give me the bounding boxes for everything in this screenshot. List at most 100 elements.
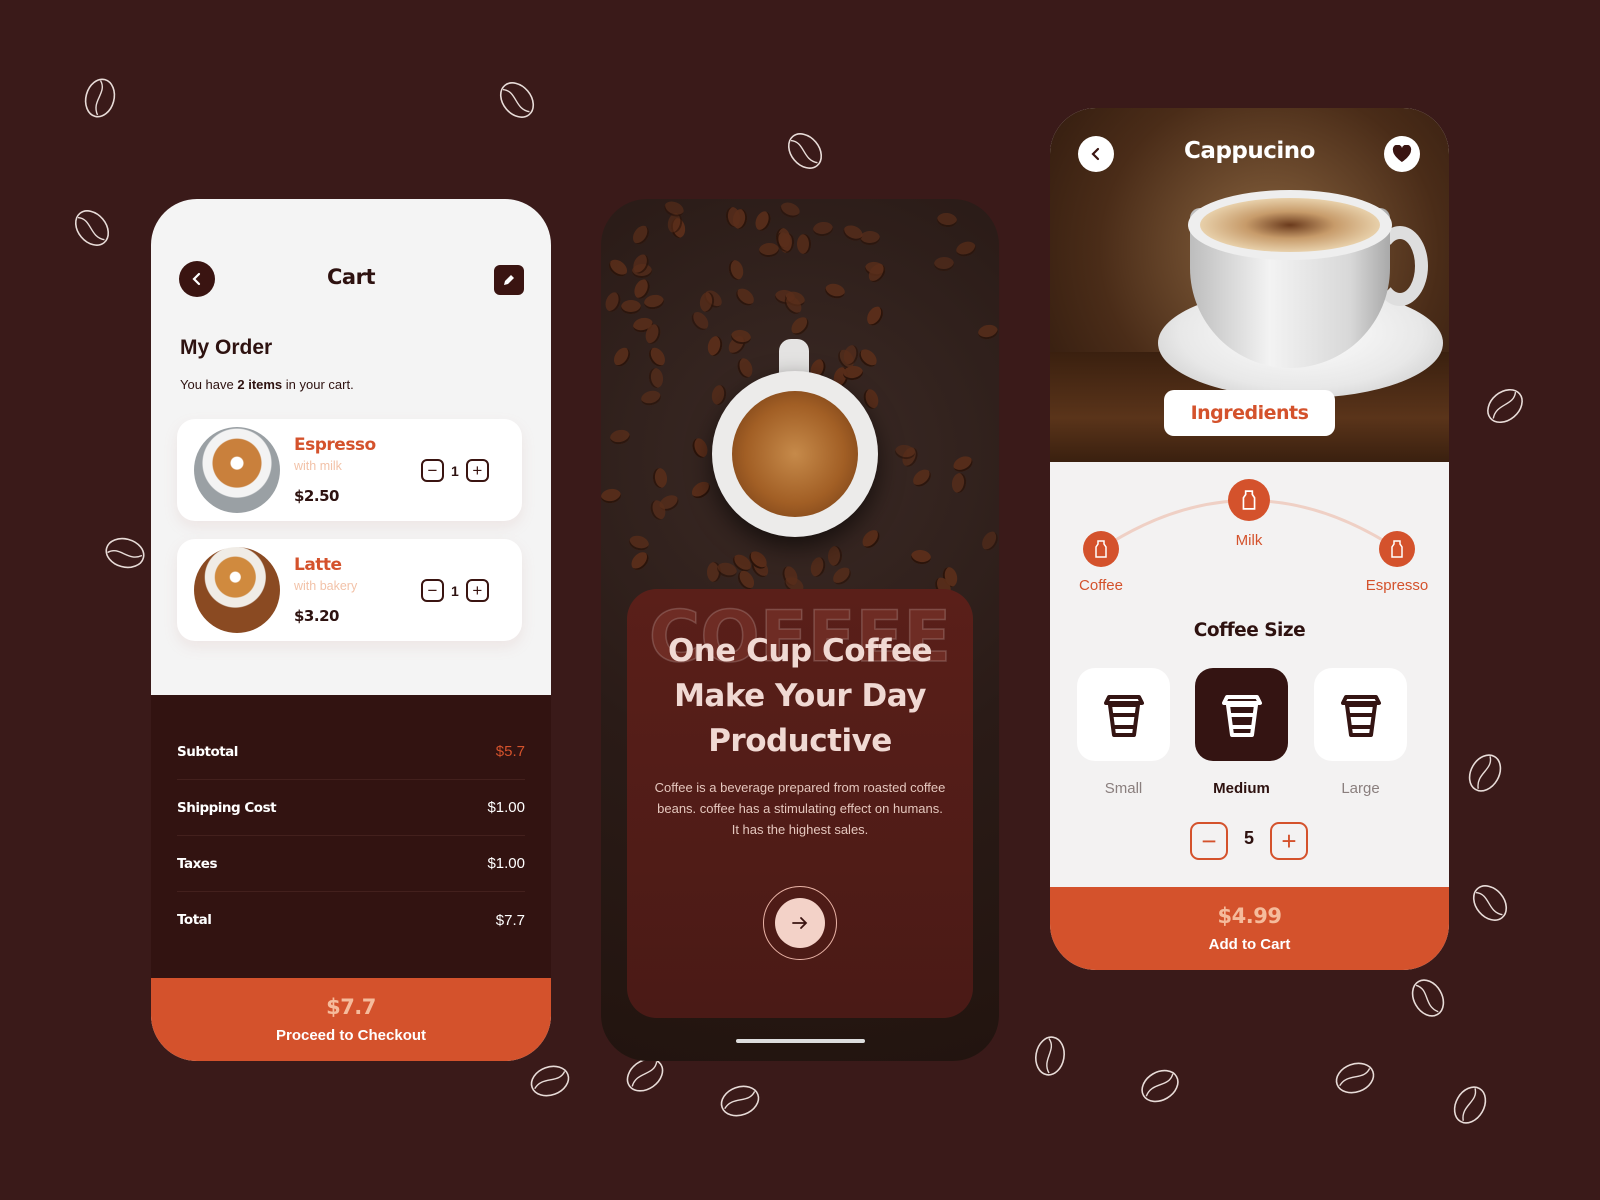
coffee-bean — [689, 435, 710, 460]
pencil-icon — [504, 275, 514, 285]
coffee-bean — [608, 428, 631, 446]
cup-icon — [1103, 694, 1144, 737]
onboarding-screen: COFFEE One Cup Coffee Make Your Day Prod… — [601, 199, 999, 1061]
heart-icon — [1392, 145, 1412, 162]
coffee-bean — [620, 299, 641, 314]
ingredient-milk[interactable] — [1228, 479, 1270, 521]
summary-row-total: Total $7.7 — [177, 911, 525, 929]
coffee-bean — [605, 256, 630, 280]
coffee-bean — [796, 234, 811, 255]
coffee-bean-doodle-icon — [716, 1080, 764, 1122]
coffee-bean-doodle-icon — [1135, 1063, 1185, 1109]
coffee-bean — [812, 220, 834, 238]
coffee-bean — [603, 290, 624, 315]
ingredient-label: Espresso — [1365, 577, 1429, 594]
summary-row-subtotal: Subtotal $5.7 — [177, 724, 525, 780]
headline: One Cup Coffee Make Your Day Productive — [667, 633, 933, 759]
item-name: Latte — [294, 555, 342, 575]
quantity-stepper: − 1 + — [421, 579, 489, 602]
bottle-icon — [1391, 540, 1403, 558]
size-option-medium[interactable] — [1195, 668, 1288, 761]
cup-icon — [1340, 694, 1381, 737]
size-option-large[interactable] — [1314, 668, 1407, 761]
cart-item-count: You have 2 items in your cart. — [180, 377, 354, 392]
checkout-label: Proceed to Checkout — [275, 1027, 427, 1044]
add-to-cart-label: Add to Cart — [1208, 936, 1291, 953]
coffee-bean — [629, 222, 653, 248]
cart-screen: Cart My Order You have 2 items in your c… — [151, 199, 551, 1061]
coffee-bean — [661, 199, 686, 220]
section-heading: My Order — [180, 336, 273, 359]
coffee-bean — [950, 472, 968, 495]
coffee-bean — [830, 563, 855, 588]
coffee-bean — [627, 533, 651, 553]
coffee-bean — [979, 529, 999, 554]
increment-button[interactable]: + — [465, 579, 489, 602]
size-label: Small — [1104, 780, 1143, 797]
item-description: with bakery — [294, 579, 358, 593]
coffee-bean — [758, 242, 780, 259]
coffee-bean — [827, 545, 843, 567]
coffee-bean — [710, 383, 729, 406]
arrow-right-icon — [792, 917, 808, 929]
coffee-bean-doodle-icon — [1462, 748, 1508, 798]
quantity-stepper: − 1 + — [421, 459, 489, 482]
coffee-bean — [950, 453, 975, 476]
coffee-bean-doodle-icon — [68, 203, 116, 253]
coffee-bean — [823, 281, 847, 301]
favorite-button[interactable] — [1384, 136, 1420, 172]
coffee-bean — [726, 258, 746, 282]
decrement-button[interactable]: − — [421, 579, 444, 602]
coffee-bean — [687, 309, 712, 334]
increment-button[interactable]: + — [1270, 822, 1308, 860]
home-indicator — [736, 1039, 865, 1043]
coffee-bean — [734, 355, 755, 380]
add-to-cart-button[interactable]: $4.99 Add to Cart — [1050, 887, 1449, 970]
bottle-icon — [1242, 490, 1256, 510]
order-summary: Subtotal $5.7 Shipping Cost $1.00 Taxes $1.… — [151, 695, 551, 978]
coffee-bean — [788, 314, 813, 339]
coffee-bean-doodle-icon — [1480, 382, 1530, 430]
coffee-bean — [936, 211, 958, 229]
coffee-bean-doodle-icon — [1405, 973, 1451, 1023]
item-price: $2.50 — [294, 487, 339, 505]
coffee-bean — [698, 290, 716, 313]
coffee-bean — [778, 200, 803, 221]
summary-row-shipping: Shipping Cost $1.00 — [177, 780, 525, 836]
ingredients-button[interactable]: Ingredients — [1164, 390, 1335, 436]
bottle-icon — [1095, 540, 1107, 558]
coffee-bean — [910, 466, 935, 490]
coffee-bean — [652, 467, 669, 490]
ingredient-coffee[interactable] — [1083, 531, 1119, 567]
quantity-value: 5 — [1243, 828, 1254, 848]
coffee-bean-doodle-icon — [1447, 1080, 1493, 1130]
item-price: $3.20 — [294, 607, 339, 625]
decrement-button[interactable]: − — [1190, 822, 1228, 860]
coffee-bean-doodle-icon — [102, 533, 148, 573]
ingredient-label: Coffee — [1079, 577, 1123, 594]
checkout-button[interactable]: $7.7 Proceed to Checkout — [151, 978, 551, 1061]
cart-item: Espresso with milk $2.50 − 1 + — [177, 419, 522, 521]
latte-image — [194, 547, 280, 633]
size-title: Coffee Size — [1193, 620, 1306, 641]
coffee-bean — [627, 548, 652, 574]
coffee-bean — [647, 366, 665, 389]
intro-card: COFFEE One Cup Coffee Make Your Day Prod… — [627, 589, 973, 1018]
coffee-bean — [808, 555, 828, 579]
edit-button[interactable] — [494, 265, 524, 295]
coffee-bean — [976, 323, 999, 342]
coffee-bean — [933, 256, 954, 272]
coffee-bean — [688, 478, 713, 502]
increment-button[interactable]: + — [465, 459, 489, 482]
coffee-bean — [861, 386, 882, 411]
size-option-small[interactable] — [1077, 668, 1170, 761]
coffee-bean-doodle-icon — [80, 75, 120, 121]
quantity-value: 1 — [451, 462, 459, 479]
coffee-bean — [610, 344, 634, 370]
size-label: Large — [1341, 780, 1380, 797]
ingredient-espresso[interactable] — [1379, 531, 1415, 567]
coffee-bean — [858, 527, 883, 552]
decrement-button[interactable]: − — [421, 459, 444, 482]
description: Coffee is a beverage prepared from roast… — [654, 780, 946, 837]
next-button[interactable] — [763, 886, 837, 960]
